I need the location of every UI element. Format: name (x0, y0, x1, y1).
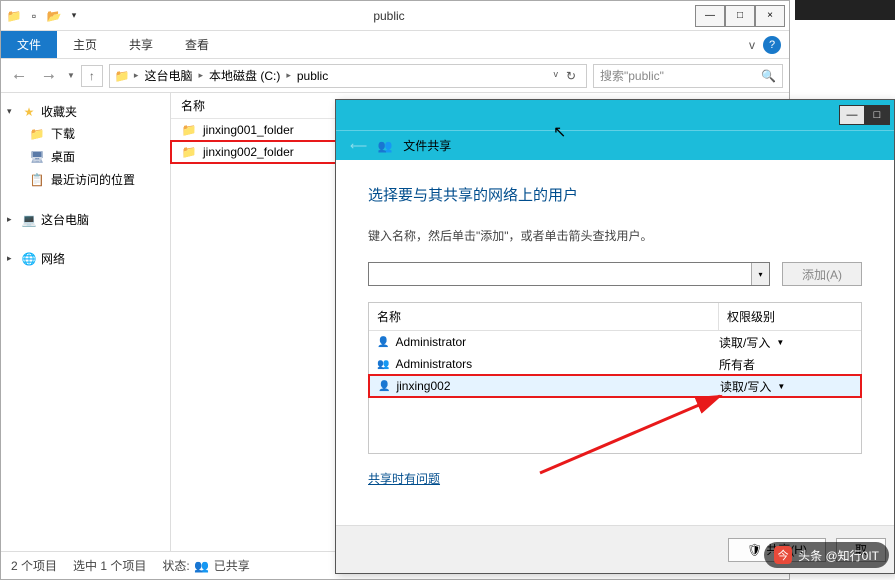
sidebar-network[interactable]: ▸ 🌐 网络 (7, 248, 164, 269)
qat-icon-1[interactable]: ▫ (25, 7, 43, 25)
folder-icon: 📁 (29, 126, 45, 142)
ribbon-tabs: 文件 主页 共享 查看 v ? (1, 31, 789, 59)
col-name[interactable]: 名称 (369, 303, 719, 330)
sidebar: ▾ ★ 收藏夹 📁 下载 🖥 桌面 📋 最近访问的位置 (1, 93, 171, 551)
forward-button[interactable]: ⭢ (37, 64, 61, 88)
user-icon: 👤 (378, 381, 390, 392)
permission-row[interactable]: 👤Administrator 读取/写入▼ (369, 331, 861, 353)
star-icon: ★ (21, 104, 37, 120)
ribbon-expand[interactable]: v (749, 38, 755, 52)
crumb-sep-icon[interactable]: ▸ (134, 70, 139, 81)
file-name: jinxing002_folder (203, 145, 294, 159)
permission-table: 名称 权限级别 👤Administrator 读取/写入▼ 👥Administr… (368, 302, 862, 454)
crumb-this-pc[interactable]: 这台电脑 (142, 67, 194, 84)
sidebar-this-pc[interactable]: ▸ 💻 这台电脑 (7, 209, 164, 230)
crumb-folder[interactable]: public (295, 69, 330, 83)
chevron-right-icon: ▸ (7, 214, 17, 225)
dialog-heading: 选择要与其共享的网络上的用户 (368, 184, 862, 205)
network-icon: 🌐 (21, 251, 37, 267)
titlebar: 📁 ▫ 📂 ▾ public — □ × (1, 1, 789, 31)
chevron-down-icon[interactable]: ▼ (776, 338, 784, 347)
recent-icon: 📋 (29, 172, 45, 188)
combo-dropdown-button[interactable]: ▾ (751, 263, 769, 285)
qat-icon-2[interactable]: 📂 (45, 7, 63, 25)
tab-share[interactable]: 共享 (113, 31, 169, 58)
tab-view[interactable]: 查看 (169, 31, 225, 58)
background-window (795, 0, 895, 20)
folder-icon: 📁 (181, 144, 197, 160)
chevron-down-icon[interactable]: ▼ (777, 382, 785, 391)
tab-home[interactable]: 主页 (57, 31, 113, 58)
dialog-hint: 键入名称，然后单击"添加"，或者单击箭头查找用户。 (368, 227, 862, 244)
desktop-icon: 🖥 (29, 149, 45, 165)
permission-row[interactable]: 👤jinxing002 读取/写入▼ (369, 375, 861, 397)
search-icon[interactable]: 🔍 (761, 69, 776, 83)
dialog-breadcrumb: ⟵ 👥 文件共享 (336, 130, 894, 160)
up-button[interactable]: ↑ (81, 65, 103, 87)
maximize-button[interactable]: □ (725, 5, 755, 27)
dialog-titlebar[interactable]: — □ (336, 100, 894, 130)
dialog-crumb-label: 文件共享 (403, 137, 451, 154)
watermark-logo-icon: 今 (774, 546, 792, 564)
chevron-down-icon: ▾ (7, 106, 17, 117)
dialog-minimize-button[interactable]: — (839, 105, 865, 125)
sidebar-favorites[interactable]: ▾ ★ 收藏夹 (7, 101, 164, 122)
crumb-sep-icon[interactable]: ▸ (198, 70, 203, 81)
app-icon: 📁 (5, 7, 23, 25)
permission-row[interactable]: 👥Administrators 所有者 (369, 353, 861, 375)
status-item-count: 2 个项目 (11, 557, 57, 574)
close-button[interactable]: × (755, 5, 785, 27)
user-icon: 👤 (377, 337, 389, 348)
watermark: 今 头条 @知行0IT (764, 542, 889, 568)
status-selected: 选中 1 个项目 (73, 557, 146, 574)
col-permission[interactable]: 权限级别 (719, 303, 861, 330)
chevron-right-icon: ▸ (7, 253, 17, 264)
crumb-drive[interactable]: 本地磁盘 (C:) (207, 67, 282, 84)
history-dropdown[interactable]: ▼ (67, 71, 75, 80)
search-input[interactable]: 搜索"public" 🔍 (593, 64, 783, 88)
address-icon: 📁 (114, 68, 130, 84)
share-dialog: — □ ⟵ 👥 文件共享 选择要与其共享的网络上的用户 键入名称，然后单击"添加… (335, 99, 895, 574)
status-shared: 已共享 (214, 557, 250, 574)
address-bar[interactable]: 📁 ▸ 这台电脑 ▸ 本地磁盘 (C:) ▸ public v ↻ (109, 64, 587, 88)
tab-file[interactable]: 文件 (1, 31, 57, 58)
group-icon: 👥 (377, 359, 389, 370)
sidebar-desktop[interactable]: 🖥 桌面 (7, 145, 164, 168)
folder-icon: 📁 (181, 122, 197, 138)
computer-icon: 💻 (21, 212, 37, 228)
watermark-text: 头条 @知行0IT (798, 547, 879, 564)
qat-overflow[interactable]: ▾ (65, 7, 83, 25)
add-button[interactable]: 添加(A) (782, 262, 862, 286)
minimize-button[interactable]: — (695, 5, 725, 27)
crumb-sep-icon[interactable]: ▸ (286, 70, 291, 81)
back-arrow-icon[interactable]: ⟵ (350, 139, 367, 153)
nav-bar: ⭠ ⭢ ▼ ↑ 📁 ▸ 这台电脑 ▸ 本地磁盘 (C:) ▸ public v … (1, 59, 789, 93)
sidebar-downloads[interactable]: 📁 下载 (7, 122, 164, 145)
search-placeholder: 搜索"public" (600, 67, 664, 84)
sidebar-favorites-label: 收藏夹 (41, 103, 77, 120)
share-problem-link[interactable]: 共享时有问题 (368, 470, 440, 487)
help-icon[interactable]: ? (763, 36, 781, 54)
window-title: public (83, 9, 695, 23)
back-button[interactable]: ⭠ (7, 64, 31, 88)
sidebar-recent[interactable]: 📋 最近访问的位置 (7, 168, 164, 191)
address-dropdown-icon[interactable]: v (553, 69, 558, 83)
users-icon: 👥 (194, 558, 210, 574)
dialog-maximize-button[interactable]: □ (864, 105, 890, 125)
file-name: jinxing001_folder (203, 123, 294, 137)
users-icon: 👥 (377, 138, 393, 154)
user-combo-input[interactable]: ▾ (368, 262, 770, 286)
status-state-label: 状态: (162, 557, 189, 574)
refresh-icon[interactable]: ↻ (566, 69, 576, 83)
